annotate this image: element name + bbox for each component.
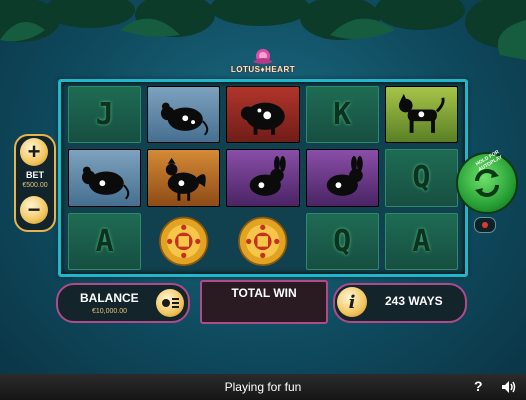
sound-icon[interactable] <box>500 379 516 395</box>
ways-panel: i 243 WAYS <box>333 283 467 323</box>
info-icon: i <box>348 291 356 313</box>
minus-icon: − <box>27 197 41 222</box>
game-logo: LOTUS♦HEART <box>213 48 313 78</box>
card-label: J <box>95 97 114 133</box>
balance-panel: BALANCE €10,000.00 <box>56 283 190 323</box>
symbol-rat <box>68 149 142 207</box>
coin-menu-icon <box>162 298 179 308</box>
bet-panel: + BET €500.00 − <box>14 134 56 232</box>
card-label: Q <box>333 223 352 259</box>
coin-settings-button[interactable] <box>156 289 184 317</box>
lucky-coin-icon <box>238 216 288 266</box>
bet-decrease-button[interactable]: − <box>20 196 48 224</box>
symbol-a: A <box>384 212 458 270</box>
play-mode-status: Playing for fun <box>224 380 302 394</box>
symbol-rabbit <box>226 149 300 207</box>
pig-icon <box>240 102 285 136</box>
lucky-coin-icon <box>159 216 209 266</box>
symbol-q: Q <box>305 212 379 270</box>
balance-label: BALANCE <box>80 291 139 305</box>
reel-grid: J K Q A Q A <box>68 86 458 270</box>
turbo-toggle[interactable] <box>474 217 496 233</box>
reels-frame: J K Q A Q A <box>58 79 468 277</box>
rat-icon <box>161 102 209 136</box>
footer-bar: Playing for fun ? <box>0 374 526 400</box>
card-label: A <box>95 223 114 259</box>
symbol-j: J <box>68 86 142 144</box>
card-label: Q <box>412 160 431 196</box>
total-win-panel: TOTAL WIN <box>200 280 328 324</box>
lotus-gem-icon <box>253 49 273 64</box>
symbol-rat <box>147 86 221 144</box>
symbol-lucky-coin <box>147 213 220 270</box>
help-button[interactable]: ? <box>474 378 483 394</box>
symbol-dog <box>384 86 458 144</box>
rabbit-icon <box>326 155 363 196</box>
symbol-q: Q <box>384 149 458 207</box>
card-label: K <box>333 97 352 133</box>
card-label: A <box>412 223 431 259</box>
ways-label: 243 WAYS <box>385 294 443 308</box>
info-button[interactable]: i <box>337 287 367 317</box>
rat-icon <box>82 166 130 200</box>
bet-increase-button[interactable]: + <box>20 138 48 166</box>
dog-icon <box>398 94 445 134</box>
symbol-k: K <box>305 86 379 144</box>
rooster-icon <box>166 157 207 201</box>
symbol-rooster <box>147 149 221 207</box>
logo-text: LOTUS♦HEART <box>230 65 296 74</box>
symbol-rabbit <box>305 149 379 207</box>
total-win-label: TOTAL WIN <box>231 286 297 300</box>
symbol-a: A <box>68 212 142 270</box>
symbol-lucky-coin <box>226 213 299 270</box>
balance-value: €10,000.00 <box>92 308 128 315</box>
rabbit-icon <box>249 155 286 196</box>
bet-value: €500.00 <box>22 182 48 189</box>
symbol-pig <box>226 86 300 144</box>
plus-icon: + <box>27 139 41 164</box>
turbo-icon <box>482 222 488 228</box>
bet-label: BET <box>26 170 44 180</box>
